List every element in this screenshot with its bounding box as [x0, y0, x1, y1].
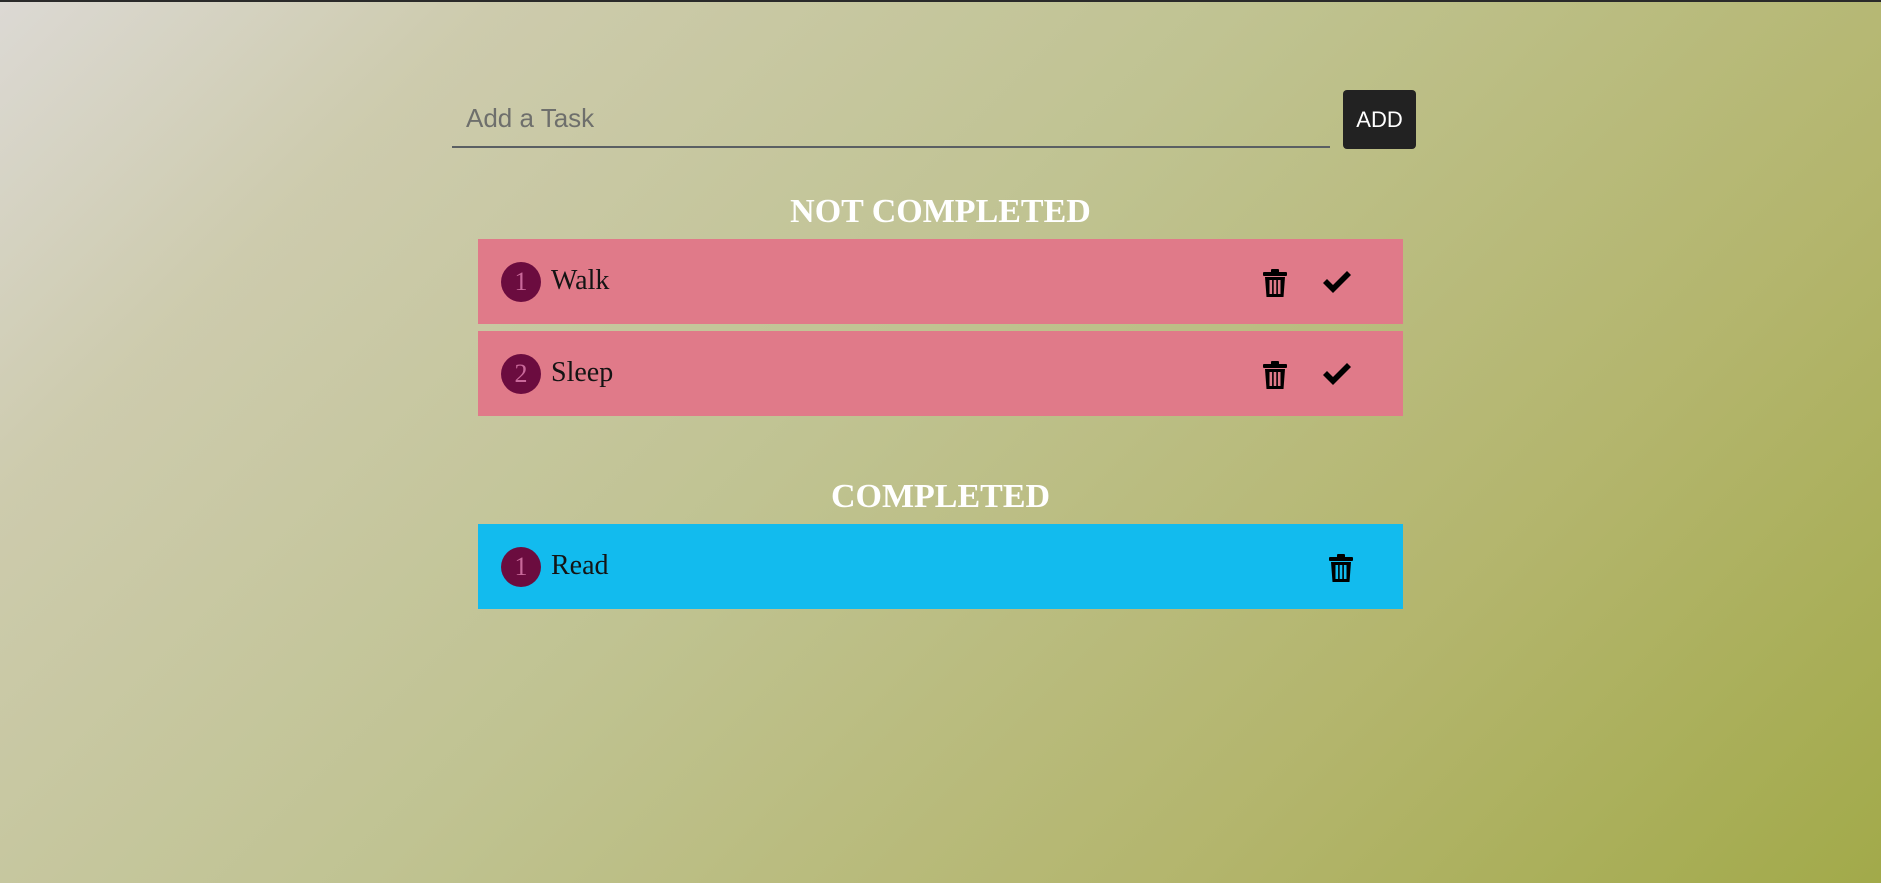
task-text: Sleep — [551, 357, 614, 388]
task-number-badge: 1 — [501, 262, 541, 302]
delete-button[interactable] — [1255, 263, 1295, 303]
check-icon — [1323, 363, 1351, 385]
task-input[interactable] — [452, 90, 1330, 148]
task-number-badge: 1 — [501, 547, 541, 587]
task-number-badge: 2 — [501, 354, 541, 394]
complete-button[interactable] — [1317, 263, 1357, 303]
completed-list: 1 Read — [478, 524, 1403, 616]
task-text: Walk — [551, 265, 610, 296]
trash-icon — [1263, 361, 1287, 389]
not-completed-title: NOT COMPLETED — [790, 193, 1091, 230]
completed-title: COMPLETED — [830, 478, 1051, 515]
not-completed-list: 1 Walk 2 Sleep — [478, 239, 1403, 423]
task-item: 1 Walk — [478, 239, 1403, 324]
add-task-row: ADD — [452, 90, 1416, 152]
task-text: Read — [551, 550, 609, 581]
delete-button[interactable] — [1321, 548, 1361, 588]
add-button[interactable]: ADD — [1343, 90, 1416, 149]
trash-icon — [1329, 554, 1353, 582]
check-icon — [1323, 271, 1351, 293]
complete-button[interactable] — [1317, 355, 1357, 395]
task-item: 1 Read — [478, 524, 1403, 609]
delete-button[interactable] — [1255, 355, 1295, 395]
task-item: 2 Sleep — [478, 331, 1403, 416]
trash-icon — [1263, 269, 1287, 297]
